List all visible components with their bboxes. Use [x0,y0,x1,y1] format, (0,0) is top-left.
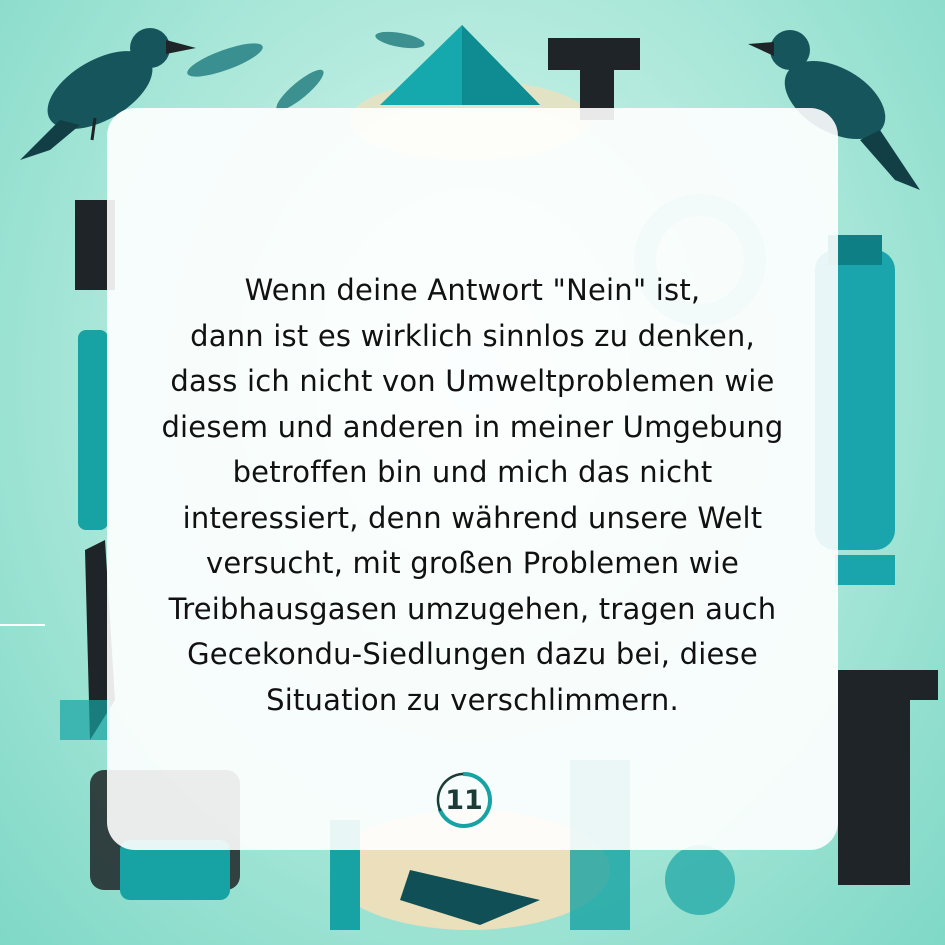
quote-line: Wenn deine Antwort "Nein" ist, [244,273,701,307]
quote-line: versucht, mit großen Problemen wie [205,546,739,580]
quote-text: Wenn deine Antwort "Nein" ist, dann ist … [137,268,808,723]
quote-line: diesem und anderen in meiner Umgebung [161,409,784,444]
quote-line: dass ich nicht von Umweltproblemen wie [170,364,775,398]
quote-card: Wenn deine Antwort "Nein" ist, dann ist … [107,108,838,850]
left-decor [0,200,115,740]
bracket-icon [838,670,938,885]
quote-line: Treibhausgasen umzugehen, tragen auch [168,591,777,626]
quote-line: interessiert, denn während unsere Welt [182,500,763,535]
page-number-badge: 11 [432,768,496,832]
quote-line: betroffen bin und mich das nicht [232,455,713,489]
page-number: 11 [445,784,483,816]
quote-line: dann ist es wirklich sinnlos zu denken, [190,318,755,353]
quote-line: Situation zu verschlimmern. [266,682,679,717]
quote-line: Gecekondu-Siedlungen dazu bei, diese [187,637,758,671]
